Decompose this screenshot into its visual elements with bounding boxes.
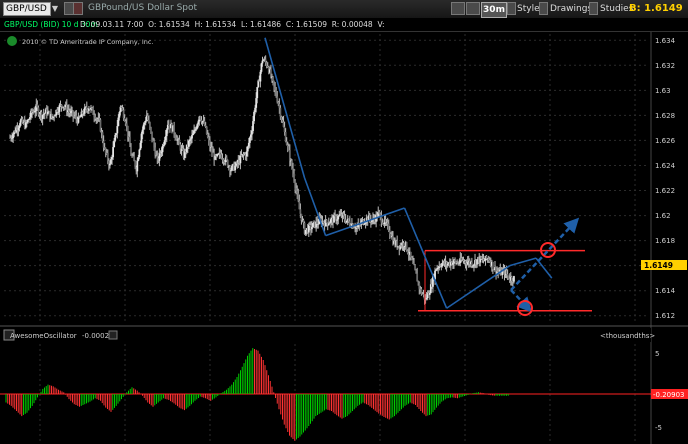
candle-body (405, 242, 408, 251)
price-chart[interactable]: 1.634 1.632 1.63 1.628 1.626 1.624 1.622 1.62 1.… (0, 32, 688, 444)
oscillator-histogram (0, 348, 651, 441)
price-tick-label: 1.63 (655, 87, 671, 95)
candle-body (299, 209, 302, 214)
candle-body (513, 276, 515, 282)
candle-body (492, 261, 494, 270)
style-button[interactable]: Style (517, 2, 540, 16)
zoom-out-icon[interactable] (466, 2, 480, 15)
price-tick-label: 1.628 (655, 112, 675, 120)
symbol-input-value: GBP/USD (6, 4, 47, 14)
candle-body (311, 227, 313, 230)
info-range: R: 0.00048 (331, 20, 373, 29)
candle-body (325, 220, 328, 223)
symbol-description: GBPound/US Dollar Spot (88, 3, 198, 13)
trendline-segment (535, 257, 553, 279)
candle-body (256, 87, 259, 99)
candle-body (414, 265, 416, 270)
timeframe-button[interactable]: 30m (481, 2, 507, 18)
indicator-grid (39, 344, 636, 442)
candle-body (112, 147, 115, 158)
trendline-segment (509, 257, 537, 267)
trendline-segment (264, 37, 306, 179)
bar-info-row: GBP/USD (BID) 10 d 30m D: 09.03.11 7:00 … (0, 18, 688, 32)
bid-price-label: B: 1.6149 (629, 3, 683, 14)
info-volume: V: (377, 20, 385, 29)
candle-body (327, 223, 330, 226)
td-logo-icon (7, 36, 17, 46)
candle-body (116, 126, 119, 134)
candle-body (136, 160, 139, 172)
price-grid (4, 34, 648, 322)
price-tick-label: 1.612 (655, 312, 675, 320)
candlestick-series (9, 55, 515, 305)
candle-body (149, 122, 151, 128)
candle-body (272, 76, 274, 81)
symbol-dropdown-icon[interactable]: ▼ (50, 2, 60, 16)
indicator-tick-neg5: -5 (655, 424, 662, 432)
indicator-units: <thousandths> (600, 332, 655, 340)
info-date: D: 09.03.11 7:00 (80, 20, 144, 29)
candle-body (138, 149, 141, 158)
price-tick-label: 1.622 (655, 187, 675, 195)
price-tick-label: 1.634 (655, 37, 676, 45)
indicator-value-tag-text: -0.20903 (653, 391, 684, 399)
price-tick-label: 1.62 (655, 212, 671, 220)
indicator-name: AwesomeOscillator (10, 332, 77, 340)
indicator-value: -0.0002 (82, 332, 109, 340)
studies-icon[interactable] (589, 2, 598, 15)
price-tick-label: 1.626 (655, 137, 676, 145)
candle-body (150, 127, 152, 132)
style-icon[interactable] (507, 2, 516, 15)
chart-window: GBP/USD ▼ GBPound/US Dollar Spot 30m Sty… (0, 0, 688, 444)
candle-body (506, 274, 509, 276)
zoom-in-icon[interactable] (451, 2, 465, 15)
symbol-input[interactable]: GBP/USD (3, 2, 51, 16)
candle-body (26, 119, 29, 123)
candle-body (125, 123, 128, 126)
last-price-tag-text: 1.6149 (644, 261, 673, 270)
info-high: H: 1.61534 (194, 20, 237, 29)
drawings-icon[interactable] (539, 2, 548, 15)
info-values: D: 09.03.11 7:00 O: 1.61534 H: 1.61534 L… (80, 18, 385, 31)
info-open: O: 1.61534 (148, 20, 190, 29)
price-tick-label: 1.624 (655, 162, 676, 170)
price-axis: 1.634 1.632 1.63 1.628 1.626 1.624 1.622 1.62 1.… (655, 37, 676, 320)
trendline-segment (446, 264, 511, 309)
price-tick-label: 1.614 (655, 287, 676, 295)
price-tick-label: 1.618 (655, 237, 675, 245)
candle-body (279, 107, 282, 117)
price-tick-label: 1.632 (655, 62, 675, 70)
candle-body (191, 135, 193, 139)
indicator-settings-icon[interactable] (108, 330, 118, 340)
copyright-text: 2010 © TD Ameritrade IP Company, Inc. (22, 38, 154, 46)
info-close: C: 1.61509 (285, 20, 327, 29)
info-low: L: 1.61486 (240, 20, 282, 29)
indicator-tick-5: 5 (655, 350, 659, 358)
chart-toolbar: GBP/USD ▼ GBPound/US Dollar Spot 30m Sty… (0, 0, 688, 19)
trendline-drawing (264, 37, 553, 309)
candle-body (416, 273, 419, 282)
flag-icon[interactable] (73, 2, 83, 15)
drawings-button[interactable]: Drawings (550, 2, 592, 16)
